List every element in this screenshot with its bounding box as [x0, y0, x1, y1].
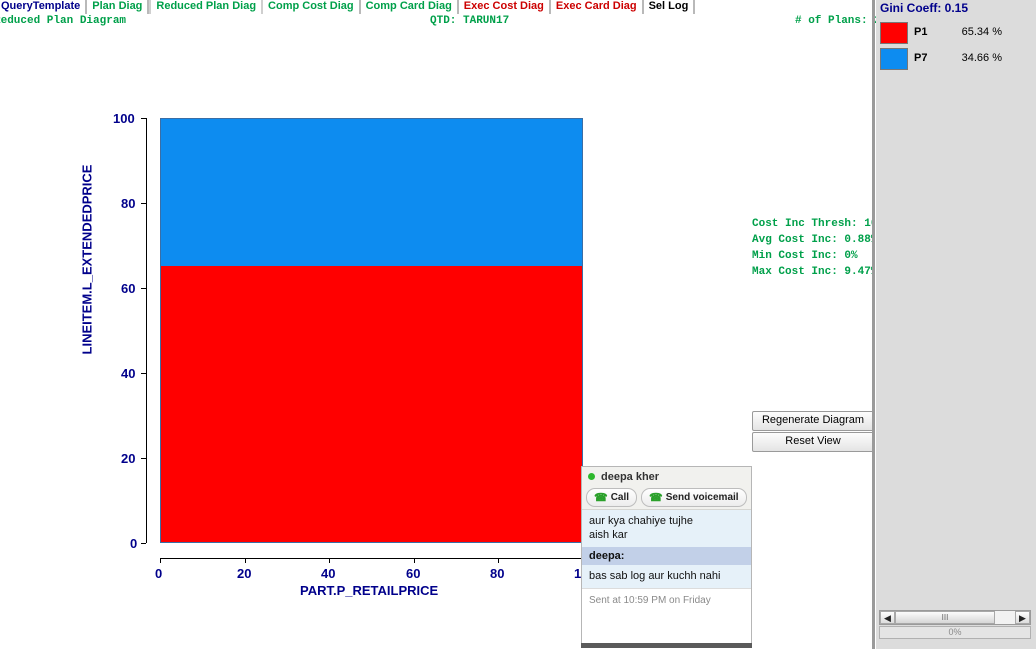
tab-exec-cost-diag[interactable]: Exec Cost Diag: [458, 0, 551, 14]
legend-swatch-p1: [880, 22, 908, 44]
legend-percent-p7: 34.66 %: [961, 52, 1002, 64]
scrollbar-track[interactable]: III: [895, 611, 1015, 624]
y-tick-40: 40: [121, 366, 136, 381]
x-axis-title: PART.P_RETAILPRICE: [300, 583, 439, 598]
y-tick-80: 80: [121, 196, 136, 211]
chat-message-line: aish kar: [589, 529, 628, 541]
reset-view-button[interactable]: Reset View: [752, 432, 873, 452]
chat-message-line: aur kya chahiye tujhe: [589, 515, 693, 527]
chat-contact-name: deepa kher: [601, 470, 660, 483]
diagram-title: Reduced Plan Diagram: [0, 15, 127, 27]
scroll-left-arrow-icon[interactable]: ◀: [880, 611, 895, 624]
tab-label: Reduced Plan Diag: [156, 0, 257, 12]
tab-label: Comp Cost Diag: [268, 0, 354, 12]
min-cost-inc: Min Cost Inc: 0%: [752, 250, 858, 262]
y-tick-100: 100: [113, 111, 135, 126]
x-tick-mark: [498, 558, 499, 563]
y-tick-mark: [141, 458, 146, 459]
header-bar: Reduced Plan Diagram QTD: TARUN17 # of P…: [0, 14, 881, 30]
legend-name-p7: P7: [914, 52, 928, 64]
tab-comp-cost-diag[interactable]: Comp Cost Diag: [263, 0, 361, 14]
legend-name-p1: P1: [914, 26, 928, 38]
plan-region-p1[interactable]: [161, 265, 582, 542]
chat-action-bar: ☎ Call ☎ Send voicemail ☎: [582, 486, 751, 510]
phone-icon: ☎: [649, 492, 663, 504]
chat-message-reply: bas sab log aur kuchh nahi: [582, 565, 751, 588]
tab-label: Exec Cost Diag: [463, 0, 544, 12]
chat-sender-label: deepa:: [582, 547, 751, 565]
x-axis-line: [160, 558, 583, 559]
panel-divider[interactable]: [872, 0, 875, 649]
legend-swatch-p7: [880, 48, 908, 70]
send-voicemail-button[interactable]: ☎ Send voicemail: [641, 488, 747, 507]
max-cost-inc: Max Cost Inc: 9.47%: [752, 266, 873, 278]
y-tick-mark: [141, 118, 146, 119]
x-tick-40: 40: [321, 566, 336, 581]
x-tick-20: 20: [237, 566, 252, 581]
chat-timestamp: Sent at 10:59 PM on Friday: [582, 588, 751, 612]
tab-sel-log[interactable]: Sel Log: [643, 0, 696, 14]
y-tick-mark: [141, 543, 146, 544]
tab-label: Plan Diag: [92, 0, 143, 12]
call-button[interactable]: ☎ Call: [586, 488, 638, 507]
progress-bar: 0%: [879, 626, 1031, 639]
x-tick-mark: [414, 558, 415, 563]
tab-reduced-plan-diag[interactable]: Reduced Plan Diag: [149, 0, 264, 14]
online-status-icon: [588, 473, 595, 480]
scroll-right-arrow-icon[interactable]: ▶: [1015, 611, 1030, 624]
x-tick-80: 80: [490, 566, 505, 581]
y-axis-title: LINEITEM.L_EXTENDEDPRICE: [79, 164, 95, 355]
tab-querytemplate[interactable]: QueryTemplate: [0, 0, 88, 14]
x-tick-0: 0: [155, 566, 163, 581]
avg-cost-inc: Avg Cost Inc: 0.88%: [752, 234, 873, 246]
chat-message-incoming: aur kya chahiye tujhe aish kar: [582, 510, 751, 547]
y-tick-0: 0: [130, 536, 138, 551]
cost-statistics: Cost Inc Thresh: 10.0 Avg Cost Inc: 0.88…: [752, 218, 873, 282]
x-tick-mark: [329, 558, 330, 563]
plan-region-p7[interactable]: [161, 119, 582, 266]
tab-label: QueryTemplate: [1, 0, 81, 12]
send-voicemail-button-label: Send voicemail: [665, 492, 739, 503]
x-tick-mark: [245, 558, 246, 563]
tab-plan-diag[interactable]: Plan Diag: [87, 0, 150, 14]
chat-header: deepa kher: [582, 467, 751, 486]
qtd-label: QTD: TARUN17: [430, 15, 510, 27]
legend-horizontal-scrollbar[interactable]: ◀ III ▶: [879, 610, 1031, 625]
chat-popup-window[interactable]: deepa kher ☎ Call ☎ Send voicemail ☎ aur…: [581, 466, 752, 643]
call-button-label: Call: [610, 492, 630, 503]
regenerate-diagram-button[interactable]: Regenerate Diagram: [752, 411, 873, 431]
y-tick-20: 20: [121, 451, 136, 466]
y-axis-line: [146, 118, 147, 543]
tab-exec-card-diag[interactable]: Exec Card Diag: [550, 0, 644, 14]
tab-label: Comp Card Diag: [365, 0, 452, 12]
x-tick-60: 60: [406, 566, 421, 581]
plan-diagram-canvas[interactable]: [160, 118, 583, 543]
cost-inc-thresh: Cost Inc Thresh: 10.0: [752, 218, 873, 230]
y-tick-mark: [141, 288, 146, 289]
x-tick-mark: [160, 558, 161, 563]
y-tick-mark: [141, 373, 146, 374]
chat-message-line: bas sab log aur kuchh nahi: [589, 570, 721, 582]
chat-popup-shadow: [581, 643, 752, 648]
y-tick-mark: [141, 203, 146, 204]
tab-label: Exec Card Diag: [555, 0, 637, 12]
gini-coefficient-label: Gini Coeff: 0.15: [880, 1, 969, 15]
tab-label: Sel Log: [648, 0, 689, 12]
number-of-plans-label: # of Plans: 2: [795, 15, 881, 27]
legend-percent-p1: 65.34 %: [961, 26, 1002, 38]
plan-legend-panel: Gini Coeff: 0.15 P1 65.34 % P7 34.66 % ◀…: [876, 0, 1036, 649]
scrollbar-thumb[interactable]: III: [895, 611, 995, 624]
y-tick-60: 60: [121, 281, 136, 296]
phone-icon: ☎: [594, 492, 608, 504]
tab-comp-card-diag[interactable]: Comp Card Diag: [360, 0, 459, 14]
